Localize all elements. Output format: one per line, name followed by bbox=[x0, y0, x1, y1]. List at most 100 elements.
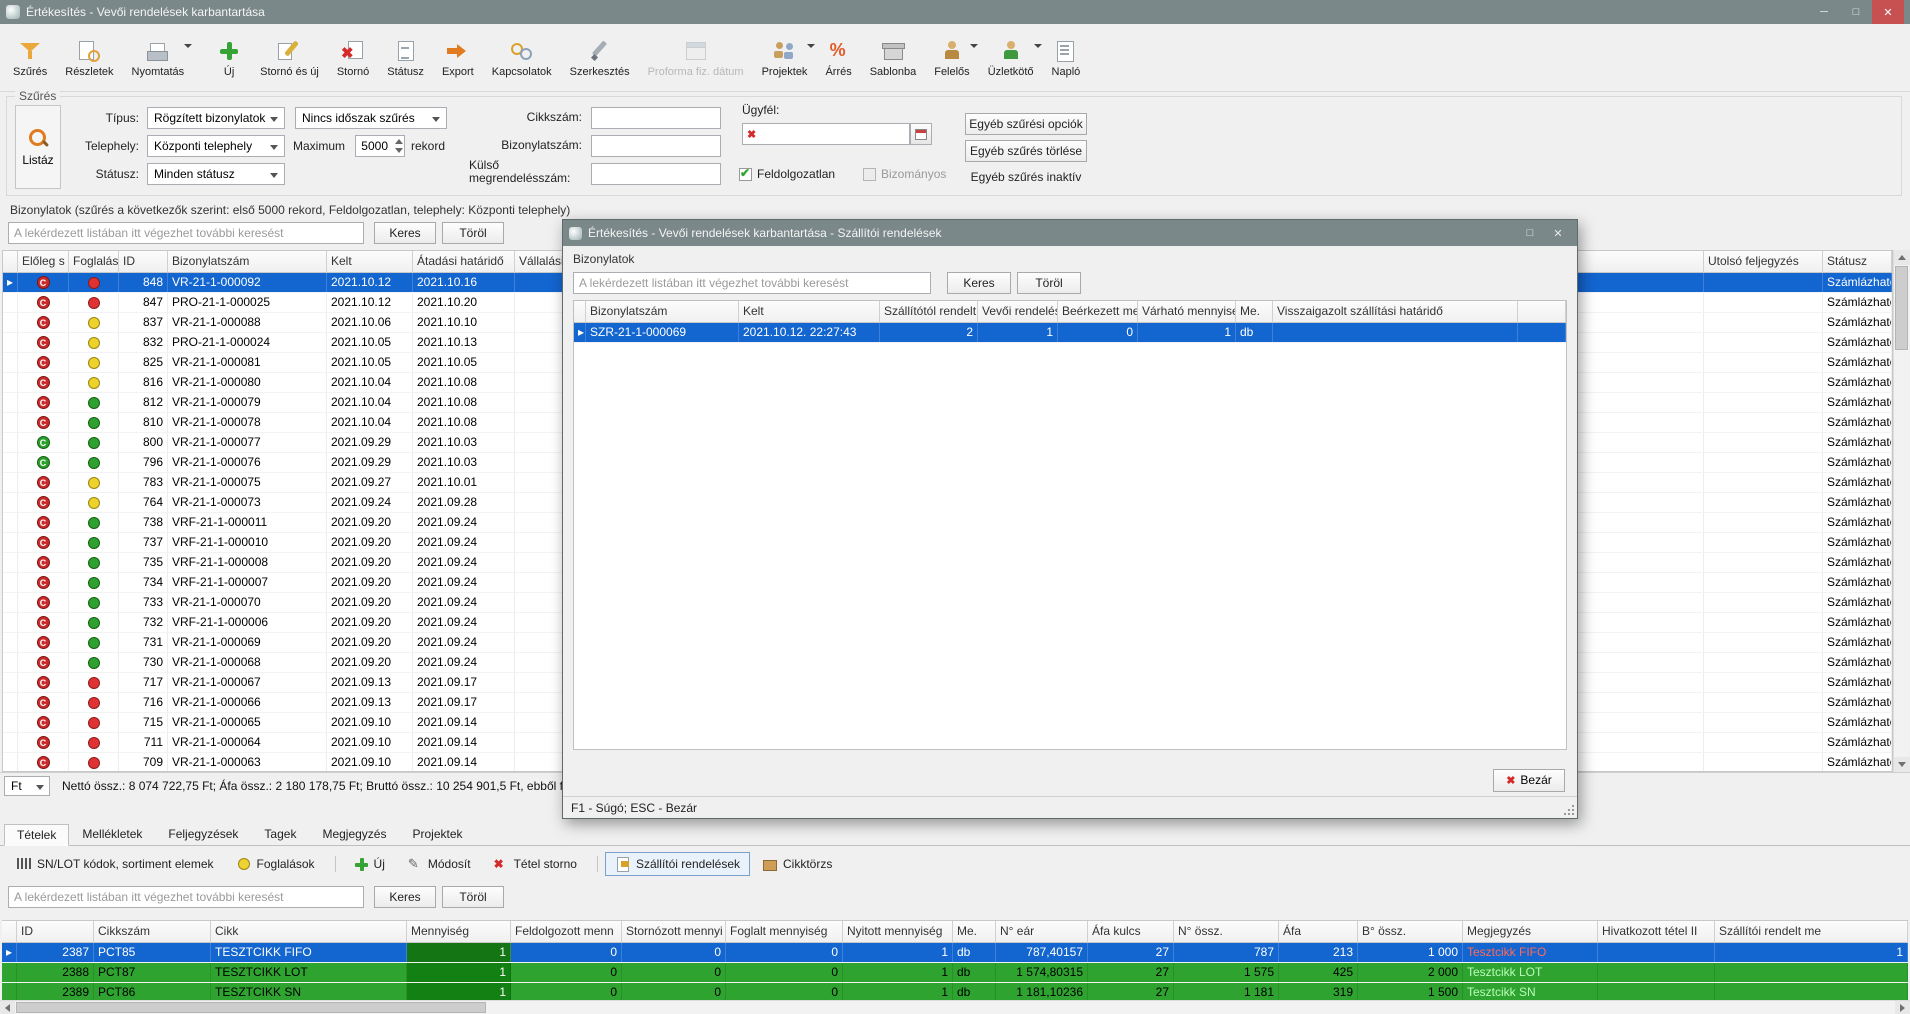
clear-customer-icon[interactable] bbox=[747, 127, 756, 141]
col-reserved[interactable]: Foglalt mennyiség bbox=[726, 921, 843, 943]
col-note[interactable]: Megjegyzés bbox=[1463, 921, 1598, 943]
items-toolbar-button[interactable]: Módosít bbox=[397, 852, 481, 876]
list-button[interactable]: Listáz bbox=[15, 105, 61, 189]
col-vat[interactable]: Áfa bbox=[1279, 921, 1358, 943]
toolbar-button[interactable]: Új bbox=[207, 28, 251, 88]
toolbar-button[interactable]: Üzletkötő bbox=[979, 28, 1043, 88]
dialog-clear-button[interactable]: Töröl bbox=[1017, 272, 1081, 294]
col-nettotal[interactable]: N° össz. bbox=[1174, 921, 1279, 943]
toolbar-button[interactable]: Sablonba bbox=[861, 28, 926, 88]
customer-field[interactable] bbox=[742, 123, 910, 145]
period-select[interactable]: Nincs időszak szűrés bbox=[295, 107, 447, 129]
col-customer-order[interactable]: Vevői rendelés té bbox=[978, 301, 1058, 323]
items-toolbar-button[interactable]: Tétel storno bbox=[483, 852, 587, 876]
col-processed[interactable]: Feldolgozott menn bbox=[511, 921, 622, 943]
dialog-maximize-button[interactable]: □ bbox=[1517, 223, 1543, 243]
item-row[interactable]: 2387 PCT85 TESZTCIKK FIFO 1 0 0 0 1 db 7… bbox=[2, 943, 1908, 963]
dialog-search-input[interactable] bbox=[573, 272, 931, 294]
site-select[interactable]: Központi telephely bbox=[147, 135, 285, 157]
col-docnumber[interactable]: Bizonylatszám bbox=[586, 301, 739, 323]
dropdown-caret-icon[interactable] bbox=[807, 44, 815, 48]
col-vatrate[interactable]: Áfa kulcs bbox=[1088, 921, 1174, 943]
tab[interactable]: Feljegyzések bbox=[155, 823, 251, 845]
documents-search-button[interactable]: Keres bbox=[374, 222, 436, 244]
document-number-input[interactable] bbox=[591, 135, 721, 157]
resize-grip[interactable] bbox=[1563, 804, 1575, 816]
customer-picker-button[interactable] bbox=[910, 123, 932, 145]
col-id[interactable]: ID bbox=[17, 921, 94, 943]
col-netprice[interactable]: N° eár bbox=[996, 921, 1088, 943]
col-unit[interactable]: Me. bbox=[953, 921, 996, 943]
toolbar-button[interactable]: Árrés bbox=[816, 28, 860, 88]
dialog-search-button[interactable]: Keres bbox=[947, 272, 1011, 294]
close-dialog-button[interactable]: Bezár bbox=[1493, 769, 1565, 792]
unprocessed-checkbox[interactable]: Feldolgozatlan bbox=[739, 167, 835, 181]
items-clear-button[interactable]: Töröl bbox=[442, 886, 504, 908]
col-id[interactable]: ID bbox=[119, 251, 168, 273]
dropdown-caret-icon[interactable] bbox=[970, 44, 978, 48]
col-date[interactable]: Kelt bbox=[327, 251, 413, 273]
col-handover[interactable]: Átadási határidő bbox=[413, 251, 515, 273]
toolbar-button[interactable]: Stornó és új bbox=[251, 28, 328, 88]
items-toolbar-button[interactable]: SN/LOT kódok, sortiment elemek bbox=[6, 852, 224, 876]
toolbar-button[interactable]: Kapcsolatok bbox=[483, 28, 561, 88]
scroll-right-icon[interactable] bbox=[1895, 1001, 1910, 1014]
col-ordered-from-supplier[interactable]: Szállítótól rendelt bbox=[880, 301, 978, 323]
col-confirmed-delivery[interactable]: Visszaigazolt szállítási határidő bbox=[1273, 301, 1518, 323]
dialog-close-button[interactable]: ✕ bbox=[1545, 223, 1571, 243]
close-button[interactable]: ✕ bbox=[1872, 0, 1904, 24]
tab[interactable]: Mellékletek bbox=[69, 823, 155, 845]
col-docnumber[interactable]: Bizonylatszám bbox=[168, 251, 327, 273]
type-select[interactable]: Rögzített bizonylatok bbox=[147, 107, 285, 129]
col-reservation[interactable]: Foglalás bbox=[69, 251, 119, 273]
toolbar-button[interactable]: Státusz bbox=[378, 28, 433, 88]
col-cancelled[interactable]: Stornózott mennyi bbox=[622, 921, 726, 943]
col-date[interactable]: Kelt bbox=[739, 301, 880, 323]
col-item[interactable]: Cikk bbox=[211, 921, 407, 943]
tab[interactable]: Tételek bbox=[4, 824, 69, 846]
spinner-down-icon[interactable] bbox=[395, 148, 403, 153]
maximize-button[interactable]: □ bbox=[1840, 0, 1872, 24]
col-expected[interactable]: Várható mennyise bbox=[1138, 301, 1236, 323]
consignment-checkbox[interactable]: Bizományos bbox=[863, 167, 946, 181]
col-advance[interactable]: Előleg s bbox=[18, 251, 69, 273]
toolbar-button[interactable]: Szerkesztés bbox=[561, 28, 639, 88]
dropdown-caret-icon[interactable] bbox=[184, 44, 192, 48]
tab[interactable]: Projektek bbox=[399, 823, 475, 845]
tab[interactable]: Tagek bbox=[251, 823, 309, 845]
items-search-input[interactable] bbox=[8, 886, 364, 908]
col-received[interactable]: Beérkezett menn bbox=[1058, 301, 1138, 323]
items-toolbar-button[interactable]: Cikktörzs bbox=[752, 852, 842, 876]
toolbar-button[interactable]: Proforma fiz. dátum bbox=[639, 28, 753, 88]
toolbar-button[interactable]: Projektek bbox=[753, 28, 817, 88]
supplier-order-row[interactable]: SZR-21-1-000069 2021.10.12. 22:27:43 2 1… bbox=[574, 323, 1566, 343]
other-filter-clear-button[interactable]: Egyéb szűrés törlése bbox=[965, 140, 1087, 162]
col-lastnote[interactable]: Utolsó feljegyzés bbox=[1704, 251, 1823, 273]
toolbar-button[interactable]: Export bbox=[433, 28, 483, 88]
minimize-button[interactable]: ─ bbox=[1808, 0, 1840, 24]
toolbar-button[interactable]: Szűrés bbox=[4, 28, 56, 88]
max-records-spinner[interactable] bbox=[355, 135, 405, 157]
scroll-up-icon[interactable] bbox=[1894, 250, 1910, 265]
horizontal-scroll-thumb[interactable] bbox=[16, 1002, 486, 1013]
item-number-input[interactable] bbox=[591, 107, 721, 129]
spinner-up-icon[interactable] bbox=[395, 139, 403, 144]
item-row[interactable]: 2389 PCT86 TESZTCIKK SN 1 0 0 0 1 db 1 1… bbox=[2, 983, 1908, 1000]
col-quantity[interactable]: Mennyiség bbox=[407, 921, 511, 943]
col-referenced[interactable]: Hivatkozott tétel II bbox=[1598, 921, 1715, 943]
toolbar-button[interactable]: Felelős bbox=[925, 28, 978, 88]
dropdown-caret-icon[interactable] bbox=[1034, 44, 1042, 48]
col-unit[interactable]: Me. bbox=[1236, 301, 1273, 323]
toolbar-button[interactable]: Napló bbox=[1043, 28, 1090, 88]
external-order-input[interactable] bbox=[591, 163, 721, 185]
col-supplier-ordered[interactable]: Szállítói rendelt me bbox=[1715, 921, 1908, 943]
vertical-scroll-thumb[interactable] bbox=[1895, 266, 1908, 350]
col-itemnumber[interactable]: Cikkszám bbox=[94, 921, 211, 943]
status-select[interactable]: Minden státusz bbox=[147, 163, 285, 185]
toolbar-button[interactable]: Részletek bbox=[56, 28, 122, 88]
toolbar-button[interactable]: Stornó bbox=[328, 28, 378, 88]
col-grosstotal[interactable]: B° össz. bbox=[1358, 921, 1463, 943]
scroll-left-icon[interactable] bbox=[0, 1001, 15, 1014]
col-open[interactable]: Nyitott mennyiség bbox=[843, 921, 953, 943]
items-toolbar-button[interactable]: Foglalások bbox=[226, 852, 325, 876]
